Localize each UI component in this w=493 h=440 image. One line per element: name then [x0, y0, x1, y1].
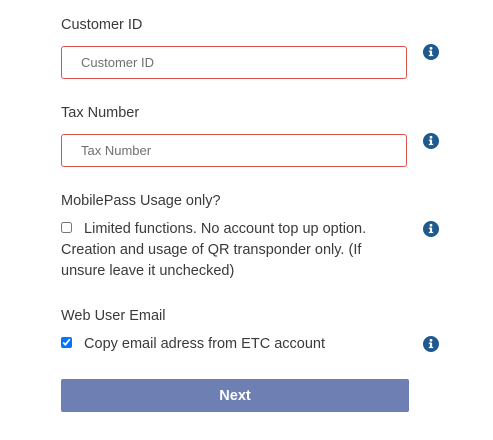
mobilepass-checkbox-row: Limited functions. No account top up opt…	[61, 219, 401, 282]
copy-email-checkbox-label[interactable]: Copy email adress from ETC account	[84, 336, 325, 352]
next-button[interactable]: Next	[61, 379, 409, 412]
info-icon[interactable]	[423, 133, 439, 149]
tax-number-label: Tax Number	[61, 105, 140, 121]
mobilepass-checkbox-label[interactable]: Limited functions. No account top up opt…	[61, 221, 366, 279]
mobilepass-label: MobilePass Usage only?	[61, 193, 221, 209]
info-icon[interactable]	[423, 336, 439, 352]
copy-email-checkbox[interactable]	[61, 337, 72, 348]
info-icon[interactable]	[423, 221, 439, 237]
web-user-email-label: Web User Email	[61, 308, 166, 324]
customer-id-input[interactable]	[61, 46, 407, 79]
tax-number-input[interactable]	[61, 134, 407, 167]
customer-id-label: Customer ID	[61, 17, 143, 33]
mobilepass-checkbox[interactable]	[61, 222, 72, 233]
info-icon[interactable]	[423, 44, 439, 60]
web-user-email-checkbox-row: Copy email adress from ETC account	[61, 334, 401, 355]
registration-form: Customer ID Tax Number MobilePass Usage …	[0, 0, 493, 440]
